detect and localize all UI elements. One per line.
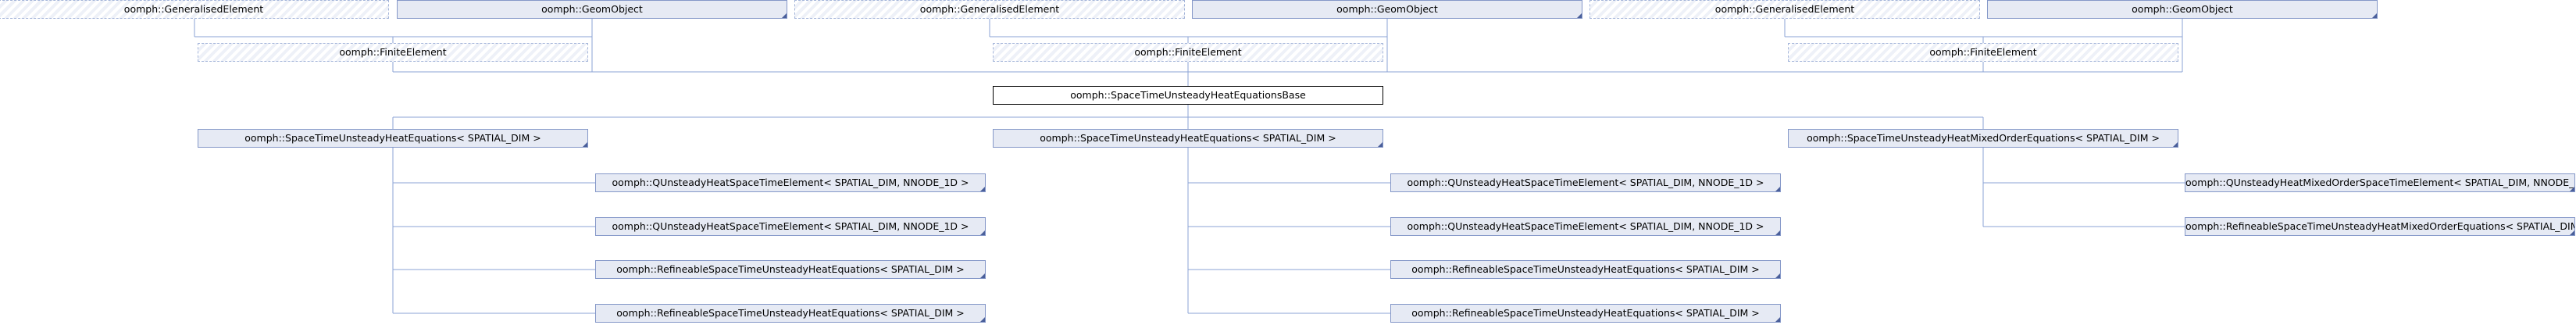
class-node-label: oomph::SpaceTimeUnsteadyHeatEquations< S…: [1040, 132, 1336, 144]
class-node-q-unsteady-heat-space-time-element[interactable]: oomph::QUnsteadyHeatSpaceTimeElement< SP…: [595, 173, 986, 192]
class-node-label: oomph::RefineableSpaceTimeUnsteadyHeatMi…: [2185, 220, 2575, 232]
class-node-generalised-element[interactable]: oomph::GeneralisedElement: [794, 0, 1185, 19]
class-node-label: oomph::GeneralisedElement: [919, 3, 1060, 15]
class-node-label: oomph::FiniteElement: [339, 46, 447, 58]
class-node-label: oomph::QUnsteadyHeatSpaceTimeElement< SP…: [612, 220, 969, 232]
class-node-label: oomph::SpaceTimeUnsteadyHeatEquations< S…: [244, 132, 541, 144]
class-node-finite-element[interactable]: oomph::FiniteElement: [198, 43, 588, 62]
class-node-space-time-unsteady-heat-equations-base[interactable]: oomph::SpaceTimeUnsteadyHeatEquationsBas…: [993, 86, 1383, 105]
class-node-space-time-unsteady-heat-mixed-order-equations[interactable]: oomph::SpaceTimeUnsteadyHeatMixedOrderEq…: [1788, 129, 2178, 148]
class-node-label: oomph::RefineableSpaceTimeUnsteadyHeatEq…: [616, 307, 965, 319]
class-node-label: oomph::QUnsteadyHeatSpaceTimeElement< SP…: [1407, 177, 1764, 188]
class-node-label: oomph::FiniteElement: [1134, 46, 1242, 58]
class-node-q-unsteady-heat-space-time-element[interactable]: oomph::QUnsteadyHeatSpaceTimeElement< SP…: [1390, 217, 1781, 236]
class-node-label: oomph::RefineableSpaceTimeUnsteadyHeatEq…: [1411, 263, 1760, 275]
corner-marker: [980, 273, 985, 278]
class-node-label: oomph::GeneralisedElement: [1714, 3, 1855, 15]
class-node-label: oomph::RefineableSpaceTimeUnsteadyHeatEq…: [616, 263, 965, 275]
class-node-label: oomph::GeomObject: [2132, 3, 2233, 15]
corner-marker: [980, 317, 985, 322]
class-node-refineable-space-time-unsteady-heat-equations[interactable]: oomph::RefineableSpaceTimeUnsteadyHeatEq…: [595, 260, 986, 279]
class-node-space-time-unsteady-heat-equations[interactable]: oomph::SpaceTimeUnsteadyHeatEquations< S…: [993, 129, 1383, 148]
corner-marker: [980, 230, 985, 235]
class-node-refineable-space-time-unsteady-heat-mixed-order-equations[interactable]: oomph::RefineableSpaceTimeUnsteadyHeatMi…: [2185, 217, 2575, 236]
corner-marker: [583, 142, 587, 147]
class-node-label: oomph::GeomObject: [1336, 3, 1438, 15]
class-node-label: oomph::QUnsteadyHeatSpaceTimeElement< SP…: [1407, 220, 1764, 232]
class-node-finite-element[interactable]: oomph::FiniteElement: [993, 43, 1383, 62]
class-node-label: oomph::QUnsteadyHeatMixedOrderSpaceTimeE…: [2185, 177, 2575, 188]
class-node-geom-object[interactable]: oomph::GeomObject: [397, 0, 787, 19]
corner-marker: [1775, 187, 1780, 191]
class-node-label: oomph::RefineableSpaceTimeUnsteadyHeatEq…: [1411, 307, 1760, 319]
class-node-q-unsteady-heat-space-time-element[interactable]: oomph::QUnsteadyHeatSpaceTimeElement< SP…: [595, 217, 986, 236]
corner-marker: [1775, 273, 1780, 278]
corner-marker: [1775, 317, 1780, 322]
class-node-space-time-unsteady-heat-equations[interactable]: oomph::SpaceTimeUnsteadyHeatEquations< S…: [198, 129, 588, 148]
class-node-q-unsteady-heat-space-time-element[interactable]: oomph::QUnsteadyHeatSpaceTimeElement< SP…: [1390, 173, 1781, 192]
corner-marker: [2173, 142, 2178, 147]
class-node-refineable-space-time-unsteady-heat-equations[interactable]: oomph::RefineableSpaceTimeUnsteadyHeatEq…: [595, 304, 986, 323]
class-node-label: oomph::GeneralisedElement: [123, 3, 264, 15]
class-node-generalised-element[interactable]: oomph::GeneralisedElement: [0, 0, 389, 19]
corner-marker: [1577, 13, 1582, 18]
corner-marker: [980, 187, 985, 191]
corner-marker: [2372, 13, 2377, 18]
class-node-label: oomph::SpaceTimeUnsteadyHeatEquationsBas…: [1070, 89, 1306, 101]
class-node-finite-element[interactable]: oomph::FiniteElement: [1788, 43, 2178, 62]
corner-marker: [1378, 142, 1383, 147]
class-node-label: oomph::SpaceTimeUnsteadyHeatMixedOrderEq…: [1807, 132, 2160, 144]
inheritance-diagram: oomph::GeneralisedElement oomph::GeomObj…: [0, 0, 2576, 325]
corner-marker: [782, 13, 787, 18]
class-node-geom-object[interactable]: oomph::GeomObject: [1987, 0, 2378, 19]
class-node-label: oomph::FiniteElement: [1929, 46, 2037, 58]
class-node-geom-object[interactable]: oomph::GeomObject: [1192, 0, 1582, 19]
corner-marker: [2570, 187, 2574, 191]
corner-marker: [2570, 230, 2574, 235]
class-node-generalised-element[interactable]: oomph::GeneralisedElement: [1589, 0, 1980, 19]
class-node-q-unsteady-heat-mixed-order-space-time-element[interactable]: oomph::QUnsteadyHeatMixedOrderSpaceTimeE…: [2185, 173, 2575, 192]
class-node-label: oomph::GeomObject: [541, 3, 643, 15]
corner-marker: [1775, 230, 1780, 235]
class-node-label: oomph::QUnsteadyHeatSpaceTimeElement< SP…: [612, 177, 969, 188]
class-node-refineable-space-time-unsteady-heat-equations[interactable]: oomph::RefineableSpaceTimeUnsteadyHeatEq…: [1390, 260, 1781, 279]
class-node-refineable-space-time-unsteady-heat-equations[interactable]: oomph::RefineableSpaceTimeUnsteadyHeatEq…: [1390, 304, 1781, 323]
